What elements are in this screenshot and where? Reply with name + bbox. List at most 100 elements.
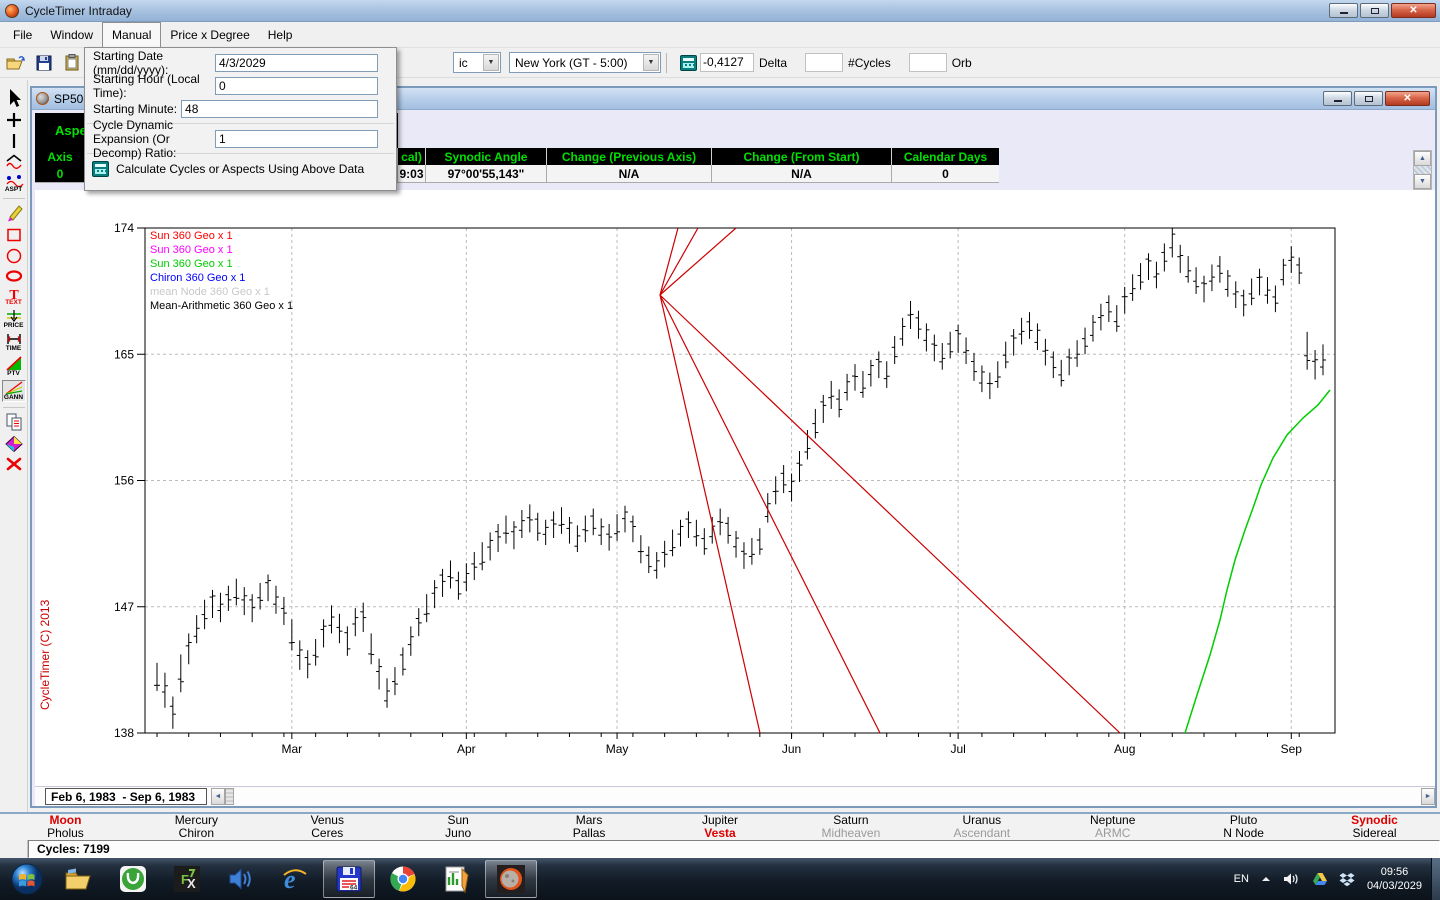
planet-column-pluto[interactable]: PlutoN Node <box>1178 814 1309 840</box>
ephemeris-tool[interactable] <box>2 435 26 453</box>
scrollbar-thumb[interactable] <box>1414 166 1431 174</box>
planet-column-venus[interactable]: VenusCeres <box>262 814 393 840</box>
delta-label: Delta <box>759 56 787 70</box>
svg-text:X: X <box>187 876 196 891</box>
chart-editor[interactable] <box>431 860 483 898</box>
status-stub <box>0 840 28 858</box>
menubar-item-file[interactable]: File <box>4 22 41 47</box>
utorrent[interactable] <box>107 860 159 898</box>
coordinate-system-value: ic <box>459 56 468 70</box>
column-value-change-from-start: N/A <box>711 165 891 183</box>
crosshair-tool[interactable] <box>2 111 26 129</box>
aspect-tool[interactable]: ASPT <box>2 174 26 193</box>
vertical-line-tool[interactable] <box>2 132 26 150</box>
time-tool[interactable]: TIME <box>2 332 26 352</box>
timezone-combo[interactable]: New York (GT - 5:00) ▼ <box>509 52 661 73</box>
floppy-64-app[interactable]: 64 <box>323 860 375 898</box>
scroll-down-button[interactable]: ▼ <box>1414 174 1431 189</box>
start-button[interactable] <box>2 859 52 899</box>
starting-minute-input[interactable] <box>181 100 378 118</box>
price-chart[interactable]: 174165156147138MarAprMayJunJulAugSepSun … <box>35 190 1435 786</box>
delete-tool[interactable] <box>2 456 26 472</box>
maximize-button[interactable] <box>1360 3 1389 18</box>
svg-text:Mar: Mar <box>282 742 303 756</box>
hscrollbar-track[interactable] <box>234 788 1421 805</box>
planet-column-synodic[interactable]: SynodicSidereal <box>1309 814 1440 840</box>
copy-tool[interactable] <box>2 412 26 432</box>
google-drive-tray-icon[interactable] <box>1312 872 1328 886</box>
oval-tool-icon <box>4 268 24 284</box>
fx-app[interactable]: FX <box>161 860 213 898</box>
menubar-item-manual[interactable]: Manual <box>102 22 161 47</box>
scroll-left-button[interactable]: ◄ <box>211 788 225 805</box>
taskbar-clock[interactable]: 09:56 04/03/2029 <box>1367 865 1422 893</box>
child-maximize-button[interactable] <box>1354 91 1383 106</box>
planet-column-saturn[interactable]: SaturnMidheaven <box>785 814 916 840</box>
planet-column-sun[interactable]: SunJuno <box>393 814 524 840</box>
language-indicator[interactable]: EN <box>1234 873 1249 885</box>
planet-column-mercury[interactable]: MercuryChiron <box>131 814 262 840</box>
text-tool[interactable]: TTEXT <box>2 287 26 306</box>
save-button[interactable] <box>32 52 56 74</box>
child-close-button[interactable]: ✕ <box>1385 91 1430 106</box>
show-desktop-button[interactable] <box>1431 858 1440 900</box>
chrome[interactable] <box>377 860 429 898</box>
circle-tool[interactable] <box>2 247 26 265</box>
tool-palette: ASPT TTEXT PRICE TIME PTV GANN <box>0 80 28 860</box>
gann-tool[interactable]: GANN <box>2 380 26 402</box>
cycletimer-app[interactable] <box>485 860 537 898</box>
chevron-down-icon: ▼ <box>483 54 499 71</box>
menu-item-starting-hour[interactable]: Starting Hour (Local Time): <box>85 74 396 97</box>
gridlines <box>145 228 1335 733</box>
hscrollbar-thumb[interactable] <box>225 788 234 805</box>
oval-tool[interactable] <box>2 268 26 284</box>
planet-column-moon[interactable]: MoonPholus <box>0 814 131 840</box>
clipboard-button[interactable] <box>60 52 84 74</box>
dropbox-tray-icon[interactable] <box>1339 872 1355 887</box>
menu-item-expansion-ratio[interactable]: Cycle Dynamic Expansion (Or Decomp) Rati… <box>85 127 396 150</box>
scroll-right-button[interactable]: ► <box>1421 788 1435 805</box>
starting-hour-input[interactable] <box>215 77 378 95</box>
planet-column-neptune[interactable]: NeptuneARMC <box>1047 814 1178 840</box>
delta-input[interactable]: -0,4127 <box>700 53 754 72</box>
planet-column-jupiter[interactable]: JupiterVesta <box>655 814 786 840</box>
svg-text:Aug: Aug <box>1114 742 1135 756</box>
windows-explorer[interactable] <box>53 860 105 898</box>
menu-item-calculate[interactable]: Calculate Cycles or Aspects Using Above … <box>85 157 396 181</box>
rectangle-tool-icon <box>4 226 24 244</box>
child-minimize-button[interactable] <box>1323 91 1352 106</box>
close-button[interactable]: ✕ <box>1391 3 1436 18</box>
volume-tray-icon[interactable] <box>1283 872 1301 886</box>
planet-bar: MoonPholusMercuryChironVenusCeresSunJuno… <box>0 812 1440 840</box>
chevron-down-icon: ▼ <box>643 54 659 71</box>
chevron-up-icon <box>1260 875 1272 883</box>
planet-column-mars[interactable]: MarsPallas <box>524 814 655 840</box>
volume-app[interactable] <box>215 860 267 898</box>
pencil-tool-icon <box>4 203 24 223</box>
price-tool[interactable]: PRICE <box>2 309 26 329</box>
rectangle-tool[interactable] <box>2 226 26 244</box>
expansion-ratio-input[interactable] <box>215 130 378 148</box>
time-tool-label: TIME <box>6 346 22 352</box>
internet-explorer[interactable]: e <box>269 860 321 898</box>
menubar-item-help[interactable]: Help <box>259 22 302 47</box>
pencil-tool[interactable] <box>2 203 26 223</box>
scroll-up-button[interactable]: ▲ <box>1414 151 1431 166</box>
hidden-icons-button[interactable] <box>1260 875 1272 883</box>
ptv-tool[interactable]: PTV <box>2 355 26 377</box>
starting-date-input[interactable] <box>215 54 378 72</box>
planet-column-uranus[interactable]: UranusAscendant <box>916 814 1047 840</box>
minimize-button[interactable] <box>1329 3 1358 18</box>
menubar-item-price-x-degree[interactable]: Price x Degree <box>161 22 258 47</box>
open-file-button[interactable] <box>4 52 28 74</box>
calculator-button[interactable] <box>676 52 700 74</box>
orb-input[interactable] <box>909 53 947 72</box>
taskbar: FX e64 EN <box>0 858 1440 900</box>
planet-bottom-label: Midheaven <box>822 827 881 840</box>
coordinate-system-combo[interactable]: ic ▼ <box>453 52 501 73</box>
pointer-tool[interactable] <box>2 88 26 108</box>
wave-tool[interactable] <box>2 153 26 171</box>
menubar-item-window[interactable]: Window <box>41 22 102 47</box>
svg-text:165: 165 <box>114 347 134 361</box>
cycles-input[interactable] <box>805 53 843 72</box>
